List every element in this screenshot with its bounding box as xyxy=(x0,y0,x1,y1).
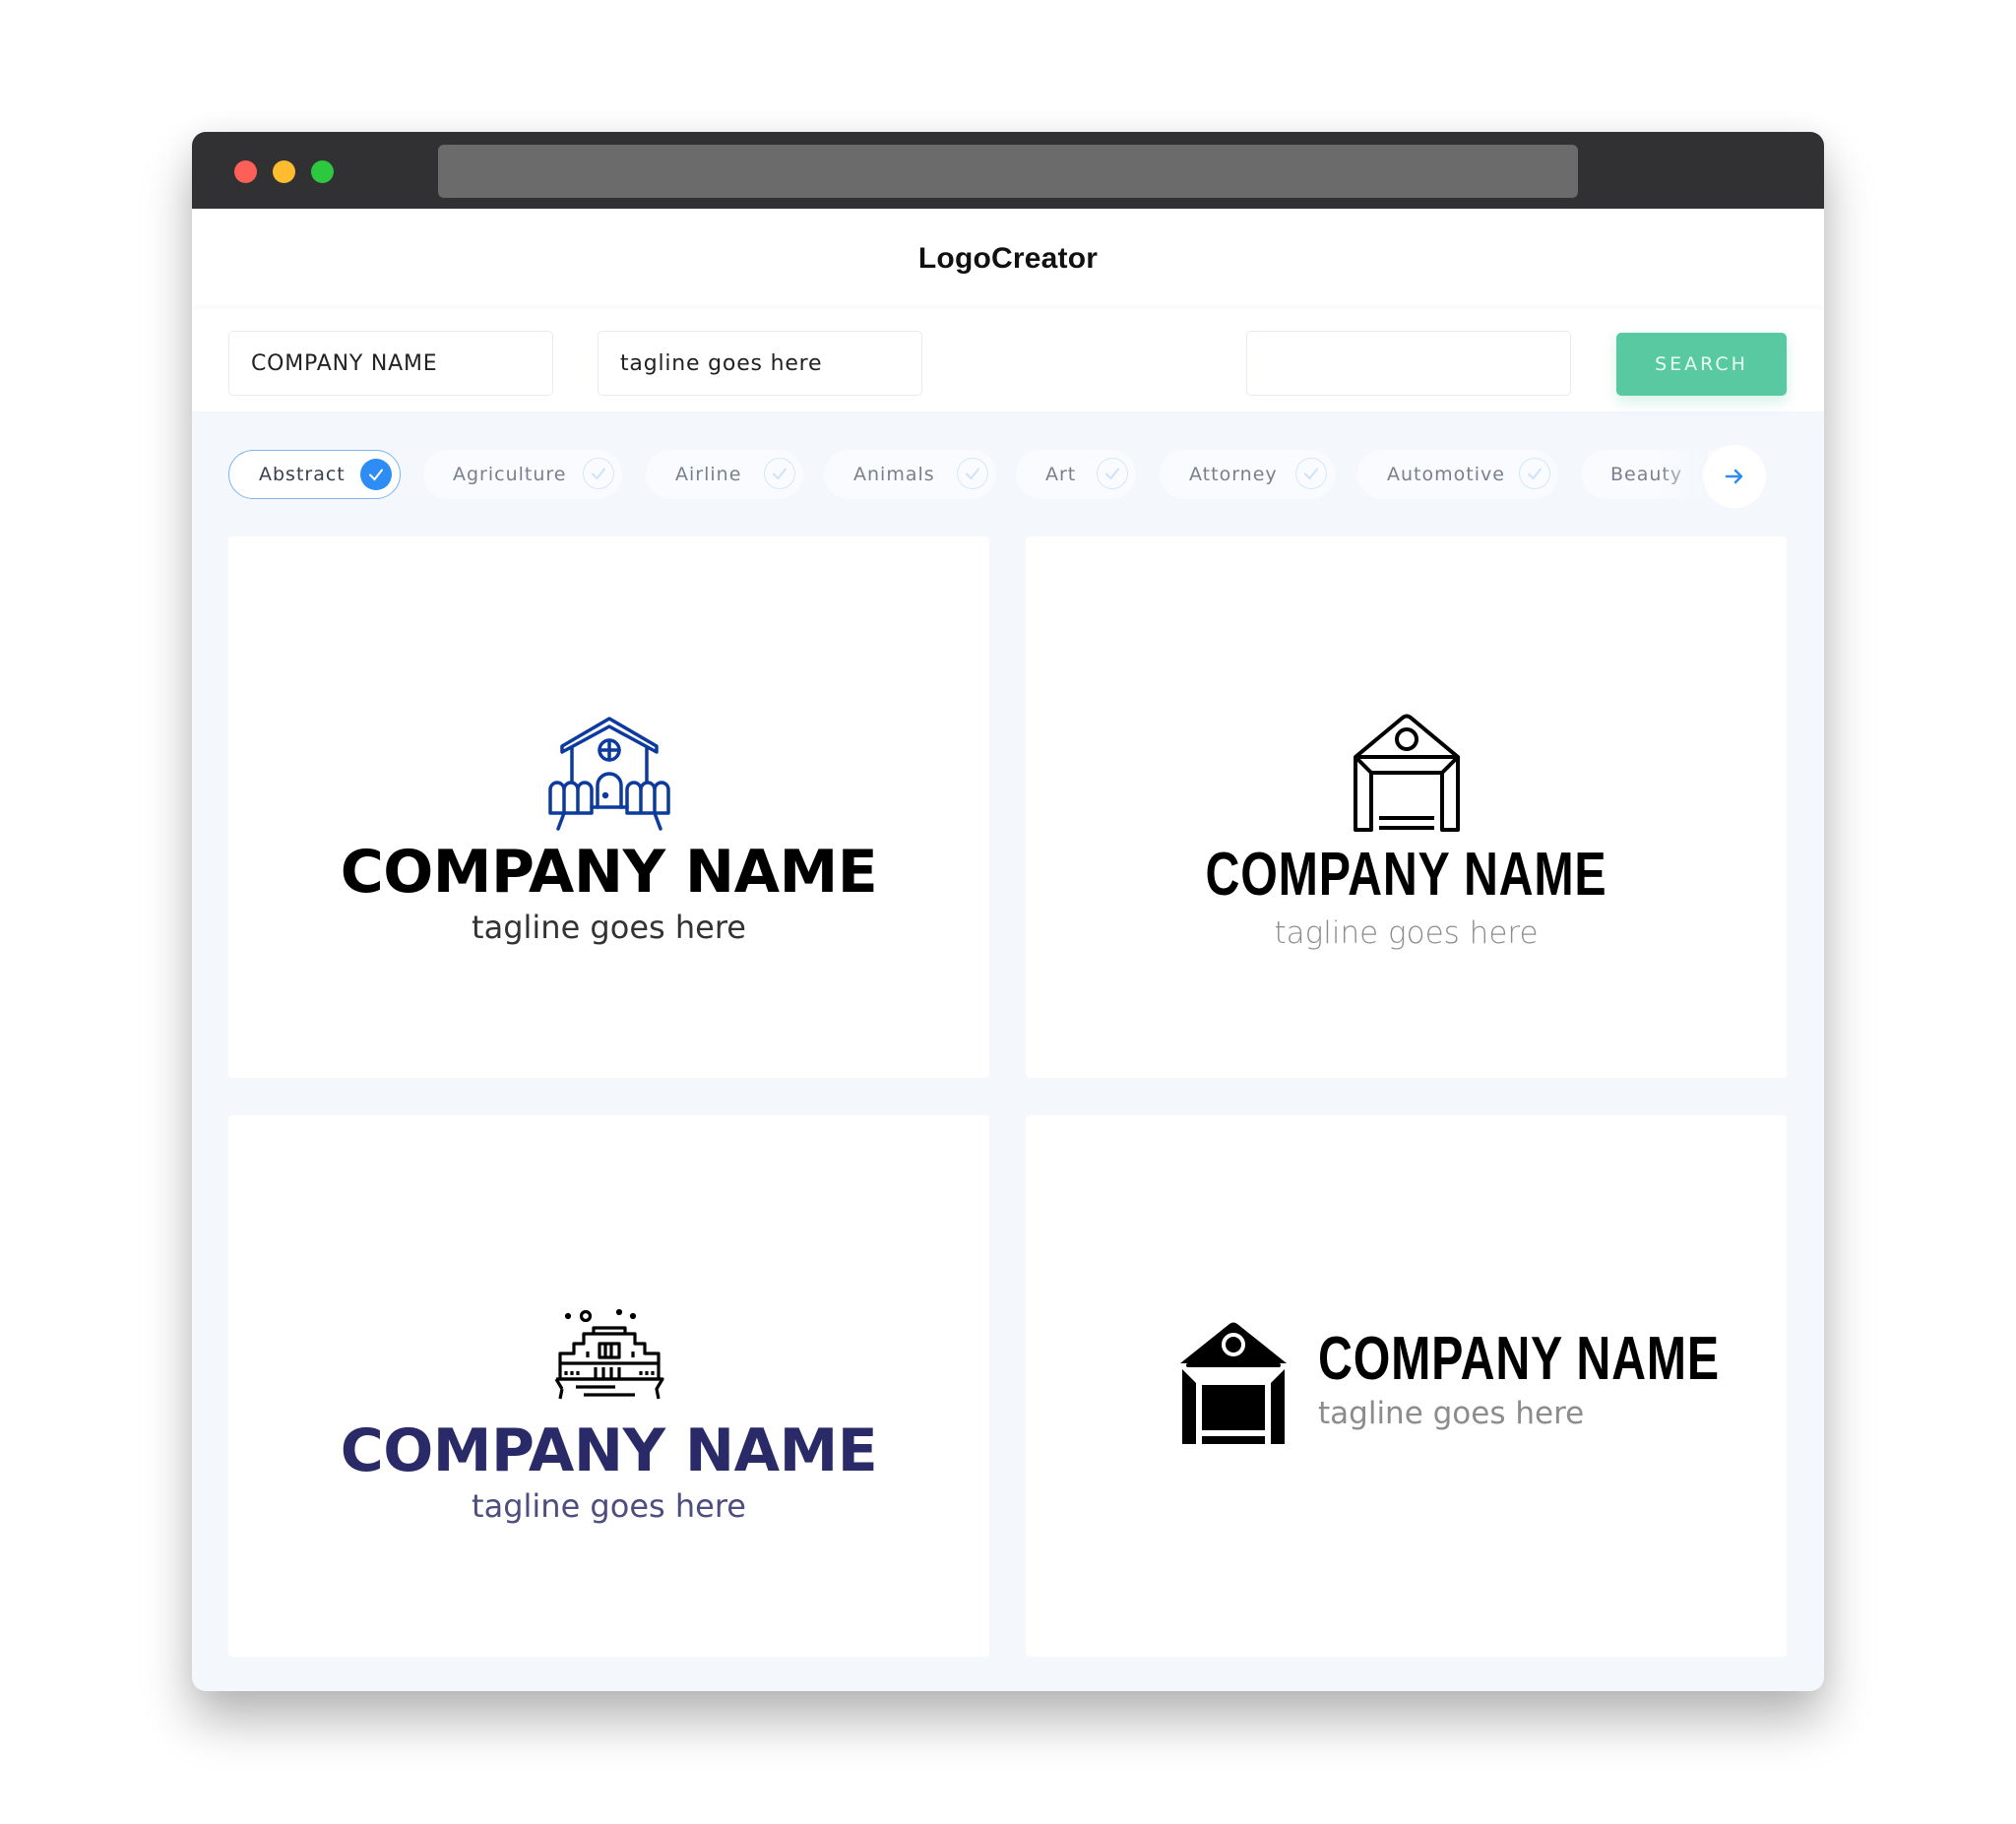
company-name-input[interactable]: COMPANY NAME xyxy=(228,331,553,396)
minimize-window-button[interactable] xyxy=(273,160,295,183)
category-label: Airline xyxy=(675,464,742,485)
next-categories-button[interactable] xyxy=(1703,445,1766,508)
check-icon xyxy=(1097,458,1128,489)
category-label: Animals xyxy=(853,464,935,485)
address-bar[interactable] xyxy=(438,145,1578,198)
tagline-input[interactable]: tagline goes here xyxy=(598,331,922,396)
check-icon xyxy=(1295,458,1327,489)
company-name-text: COMPANY NAME xyxy=(1205,841,1607,909)
company-name-text: COMPANY NAME xyxy=(340,1416,878,1485)
arrow-right-icon xyxy=(1725,469,1743,484)
company-name-text: COMPANY NAME xyxy=(1318,1325,1720,1393)
search-button[interactable]: SEARCH xyxy=(1616,333,1787,396)
scroll-fade xyxy=(1659,445,1708,508)
tagline-text: tagline goes here xyxy=(1274,915,1539,951)
category-pill-animals[interactable]: Animals xyxy=(824,450,996,499)
check-icon xyxy=(583,458,614,489)
category-pill-art[interactable]: Art xyxy=(1016,450,1136,499)
check-icon xyxy=(957,458,988,489)
keyword-input[interactable] xyxy=(1246,331,1571,396)
category-label: Art xyxy=(1045,464,1077,485)
logo-card[interactable]: COMPANY NAME tagline goes here xyxy=(1026,536,1787,1078)
category-pill-abstract[interactable]: Abstract xyxy=(228,450,401,499)
maximize-window-button[interactable] xyxy=(311,160,334,183)
logo-card[interactable]: COMPANY NAME tagline goes here xyxy=(228,1115,989,1657)
category-pill-agriculture[interactable]: Agriculture xyxy=(423,450,622,499)
title-bar xyxy=(192,132,1824,209)
site-header: LogoCreator xyxy=(192,209,1824,309)
check-icon xyxy=(764,458,795,489)
category-label: Attorney xyxy=(1189,464,1278,485)
tagline-text: tagline goes here xyxy=(1318,1396,1585,1431)
tagline-text: tagline goes here xyxy=(472,909,746,946)
category-label: Abstract xyxy=(259,464,346,485)
browser-window: LogoCreator COMPANY NAME tagline goes he… xyxy=(192,132,1824,1691)
logo-card[interactable]: COMPANY NAME tagline goes here xyxy=(1026,1115,1787,1657)
category-pill-automotive[interactable]: Automotive xyxy=(1357,450,1558,499)
garage-outline-icon xyxy=(1354,714,1460,832)
tagline-text: tagline goes here xyxy=(472,1487,746,1525)
garage-solid-icon xyxy=(1180,1322,1287,1444)
category-pill-attorney[interactable]: Attorney xyxy=(1160,450,1335,499)
category-label: Automotive xyxy=(1387,464,1505,485)
palace-building-icon xyxy=(554,1308,664,1400)
close-window-button[interactable] xyxy=(234,160,257,183)
check-icon xyxy=(1519,458,1550,489)
logo-card[interactable]: COMPANY NAME tagline goes here xyxy=(228,536,989,1078)
category-pill-airline[interactable]: Airline xyxy=(646,450,803,499)
company-name-text: COMPANY NAME xyxy=(340,838,878,907)
category-filter-bar: Abstract Agriculture Airline Animals Art… xyxy=(228,450,1794,501)
category-label: Agriculture xyxy=(453,464,567,485)
site-logo-title[interactable]: LogoCreator xyxy=(918,242,1098,276)
search-bar: COMPANY NAME tagline goes here SEARCH xyxy=(192,309,1824,411)
house-with-fence-icon xyxy=(548,717,670,831)
check-icon xyxy=(360,459,392,490)
